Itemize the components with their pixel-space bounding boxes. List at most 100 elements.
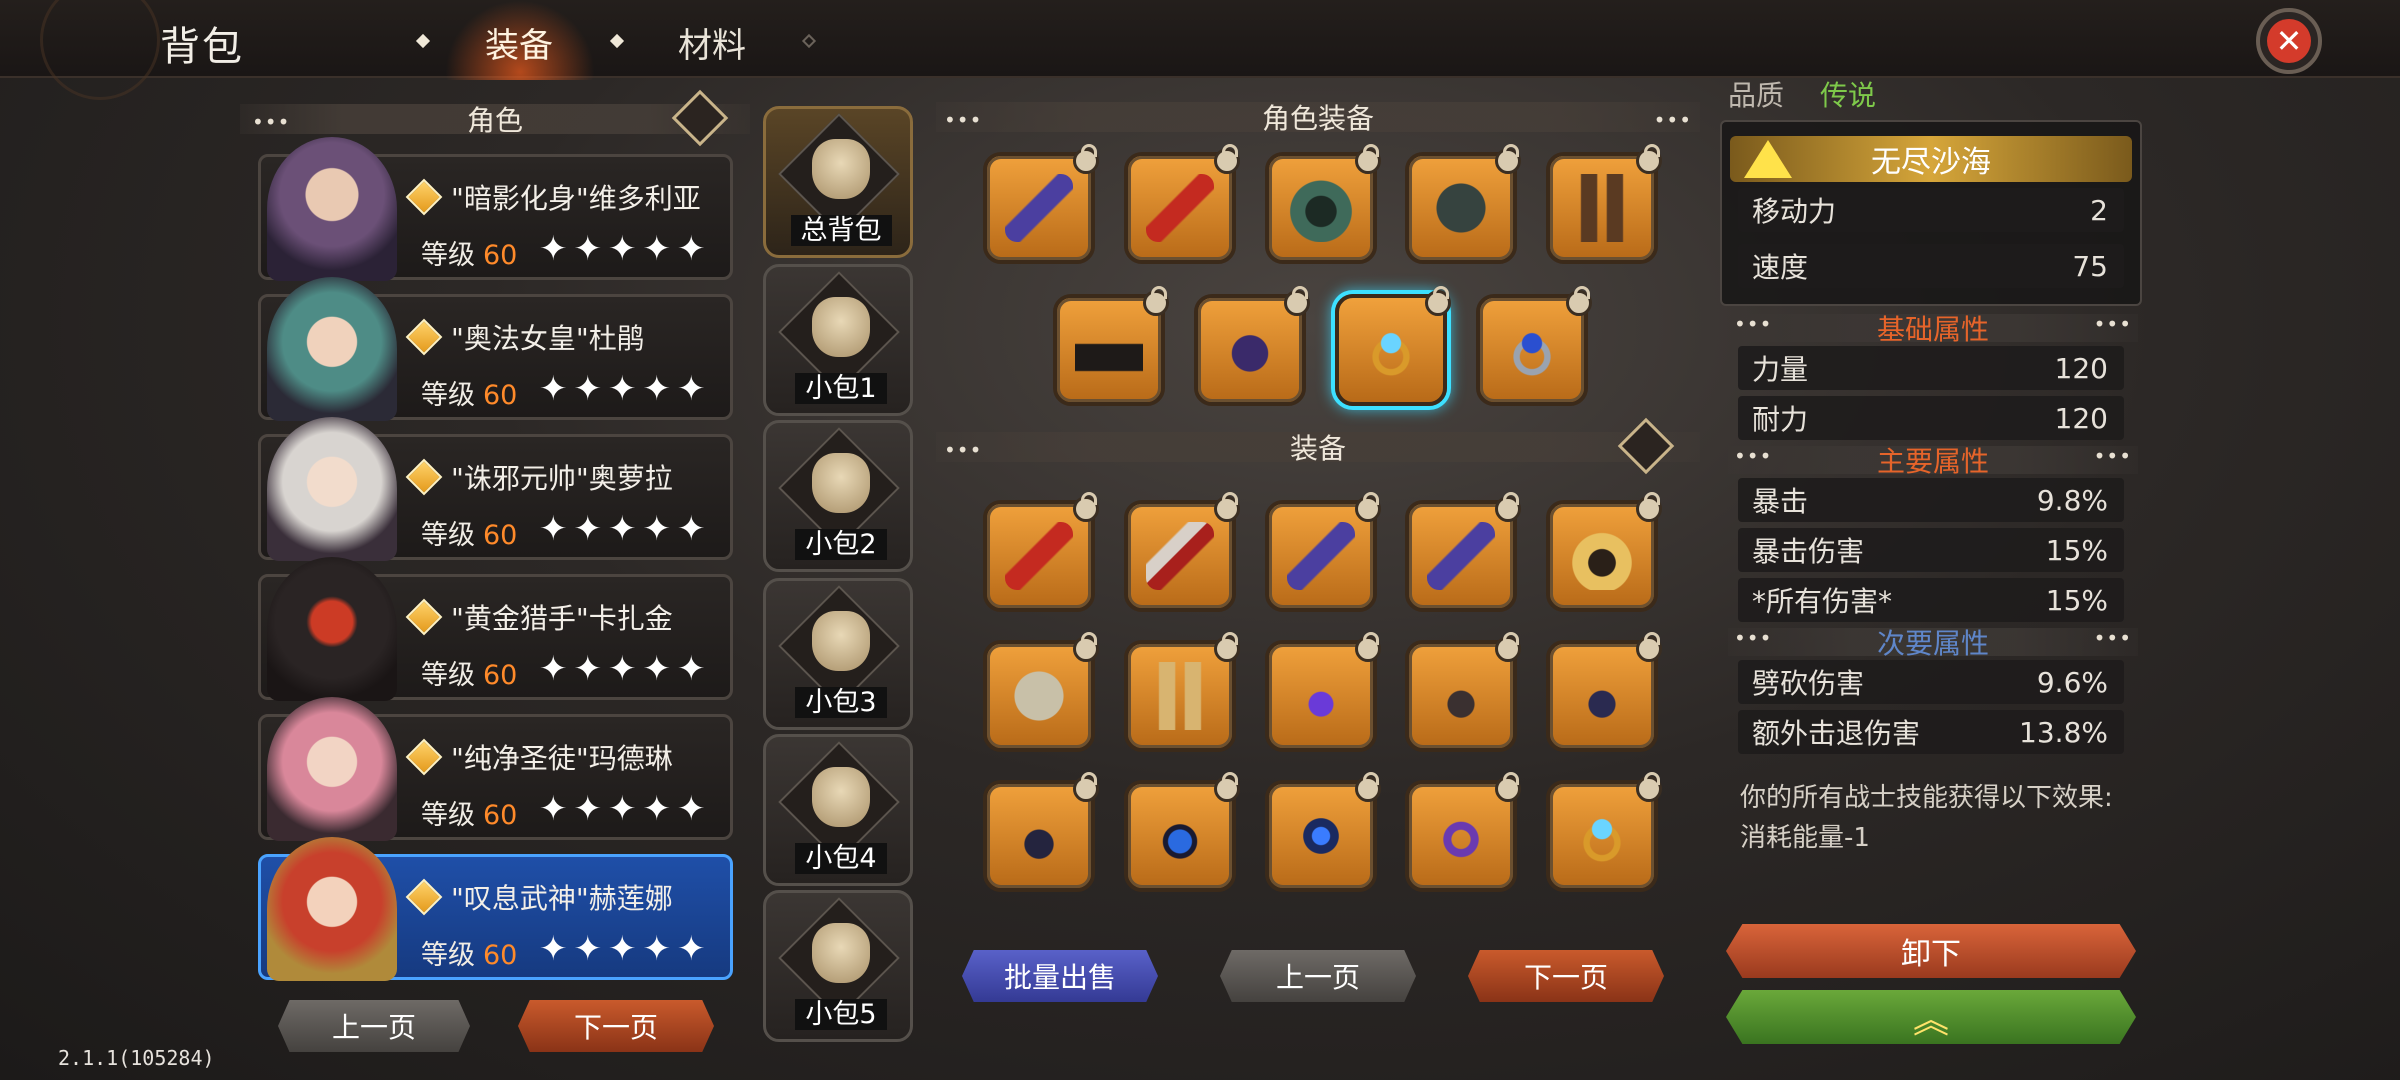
character-name: "纯净圣徒"玛德琳 bbox=[405, 737, 673, 777]
inventory-item[interactable] bbox=[1546, 632, 1662, 752]
inventory-prev-page-button[interactable]: 上一页 bbox=[1220, 950, 1416, 1002]
stat-row: 暴击伤害 15% bbox=[1738, 528, 2124, 572]
character-portrait-avatar bbox=[267, 277, 397, 421]
character-name: "叹息武神"赫莲娜 bbox=[405, 877, 673, 917]
inventory-item[interactable] bbox=[1405, 632, 1521, 752]
purple-sword-icon bbox=[1005, 174, 1073, 242]
lock-icon bbox=[1355, 772, 1381, 802]
red-sword-icon bbox=[1146, 174, 1214, 242]
inventory-item[interactable] bbox=[1124, 492, 1240, 612]
inventory-item[interactable] bbox=[1265, 492, 1381, 612]
gem-icon bbox=[405, 878, 443, 916]
inventory-item[interactable] bbox=[1405, 492, 1521, 612]
blue-gem-ring-icon bbox=[1357, 316, 1425, 384]
equip-slot-amulet[interactable] bbox=[1194, 286, 1310, 406]
quality-label: 品质 bbox=[1728, 79, 1785, 112]
inventory-item[interactable] bbox=[983, 772, 1099, 892]
bag-small-3[interactable]: 小包3 bbox=[763, 578, 913, 730]
gem-icon bbox=[405, 318, 443, 356]
bag-small-5[interactable]: 小包5 bbox=[763, 890, 913, 1042]
equip-slot-boots[interactable] bbox=[1053, 286, 1169, 406]
bag-small-1[interactable]: 小包1 bbox=[763, 264, 913, 416]
character-level: 等级 60 bbox=[421, 520, 518, 551]
dark-necklace-icon bbox=[1005, 802, 1073, 870]
black-boots-icon bbox=[1075, 316, 1143, 384]
close-button[interactable]: ✕ bbox=[2256, 8, 2322, 74]
inventory-title: 装备 bbox=[1289, 432, 1346, 465]
equip-slot-weapon[interactable] bbox=[983, 144, 1099, 264]
purple-ring-icon bbox=[1427, 802, 1495, 870]
version-label: 2.1.1(105284) bbox=[58, 1046, 215, 1070]
inventory-item[interactable] bbox=[1124, 632, 1240, 752]
equip-slot-ring-1-selected[interactable] bbox=[1335, 286, 1451, 406]
roles-prev-page-button[interactable]: 上一页 bbox=[278, 1000, 470, 1052]
equip-slot-ring-2[interactable] bbox=[1476, 286, 1592, 406]
lock-icon bbox=[1636, 144, 1662, 174]
backpack-icon bbox=[812, 453, 870, 513]
stat-row: 额外击退伤害 13.8% bbox=[1738, 710, 2124, 754]
dots-icon: ••• bbox=[1653, 108, 1692, 132]
tab-materials[interactable]: 材料 bbox=[678, 18, 746, 67]
lock-icon bbox=[1355, 632, 1381, 662]
item-set-name: 无尽沙海 bbox=[1871, 145, 1991, 180]
roles-next-page-button[interactable]: 下一页 bbox=[518, 1000, 714, 1052]
bulk-sell-button[interactable]: 批量出售 bbox=[962, 950, 1158, 1002]
tab-equipment[interactable]: 装备 bbox=[485, 18, 553, 67]
stat-row: 移动力 2 bbox=[1738, 188, 2124, 232]
character-card-6-selected[interactable]: "叹息武神"赫莲娜 等级 60 ✦✦✦✦✦ bbox=[258, 837, 733, 981]
inventory-next-page-button[interactable]: 下一页 bbox=[1468, 950, 1664, 1002]
dark-armor-icon bbox=[1427, 174, 1495, 242]
lock-icon bbox=[1214, 144, 1240, 174]
inventory-item[interactable] bbox=[983, 632, 1099, 752]
dark-necklace-icon bbox=[1427, 662, 1495, 730]
character-card-3[interactable]: "诛邪元帅"奥萝拉 等级 60 ✦✦✦✦✦ bbox=[258, 417, 733, 561]
inventory-item[interactable] bbox=[1124, 772, 1240, 892]
bag-label: 小包1 bbox=[795, 373, 887, 404]
character-card-1[interactable]: "暗影化身"维多利亚 等级 60 ✦✦✦✦✦ bbox=[258, 137, 733, 281]
inventory-item[interactable] bbox=[983, 492, 1099, 612]
lock-icon bbox=[1143, 286, 1169, 316]
equip-slot-armor[interactable] bbox=[1405, 144, 1521, 264]
backpack-icon bbox=[812, 923, 870, 983]
dots-icon: ••• bbox=[2093, 626, 2132, 650]
backpack-icon bbox=[812, 139, 870, 199]
inventory-item[interactable] bbox=[1265, 632, 1381, 752]
lock-icon bbox=[1566, 286, 1592, 316]
main-attributes-header: ••• 主要属性 ••• bbox=[1728, 444, 2138, 478]
lock-icon bbox=[1636, 772, 1662, 802]
lock-icon bbox=[1495, 772, 1521, 802]
character-card-5[interactable]: "纯净圣徒"玛德琳 等级 60 ✦✦✦✦✦ bbox=[258, 697, 733, 841]
gem-icon bbox=[405, 178, 443, 216]
lock-icon bbox=[1355, 144, 1381, 174]
character-card-4[interactable]: "黄金猎手"卡扎金 等级 60 ✦✦✦✦✦ bbox=[258, 557, 733, 701]
lock-icon bbox=[1073, 772, 1099, 802]
unequip-button[interactable]: 卸下 bbox=[1726, 924, 2136, 978]
bag-label: 小包5 bbox=[795, 999, 887, 1030]
bag-small-2[interactable]: 小包2 bbox=[763, 420, 913, 572]
dots-icon: ••• bbox=[252, 110, 291, 134]
character-card-2[interactable]: "奥法女皇"杜鹃 等级 60 ✦✦✦✦✦ bbox=[258, 277, 733, 421]
inventory-item[interactable] bbox=[1265, 772, 1381, 892]
dots-icon: ••• bbox=[944, 438, 983, 462]
character-level: 等级 60 bbox=[421, 380, 518, 411]
sort-filter-icon[interactable] bbox=[671, 89, 729, 147]
inventory-item[interactable] bbox=[1546, 772, 1662, 892]
stat-row: 耐力 120 bbox=[1738, 396, 2124, 440]
red-axe-icon bbox=[1146, 522, 1214, 590]
equip-slot-helmet[interactable] bbox=[1265, 144, 1381, 264]
character-level: 等级 60 bbox=[421, 800, 518, 831]
inventory-item[interactable] bbox=[1546, 492, 1662, 612]
equip-slot-offhand[interactable] bbox=[1124, 144, 1240, 264]
upgrade-button[interactable]: ︽ bbox=[1726, 990, 2136, 1044]
star-rating-icon: ✦✦✦✦✦ bbox=[539, 229, 712, 269]
bag-small-4[interactable]: 小包4 bbox=[763, 734, 913, 886]
bag-total[interactable]: 总背包 bbox=[763, 106, 913, 258]
lock-icon bbox=[1214, 772, 1240, 802]
inventory-item[interactable] bbox=[1405, 772, 1521, 892]
sort-filter-icon[interactable] bbox=[1617, 417, 1675, 475]
star-rating-icon: ✦✦✦✦✦ bbox=[539, 929, 712, 969]
dots-icon: ••• bbox=[1734, 444, 1773, 468]
gold-helmet-icon bbox=[1568, 522, 1636, 590]
equip-slot-gloves[interactable] bbox=[1546, 144, 1662, 264]
dots-icon: ••• bbox=[2093, 444, 2132, 468]
